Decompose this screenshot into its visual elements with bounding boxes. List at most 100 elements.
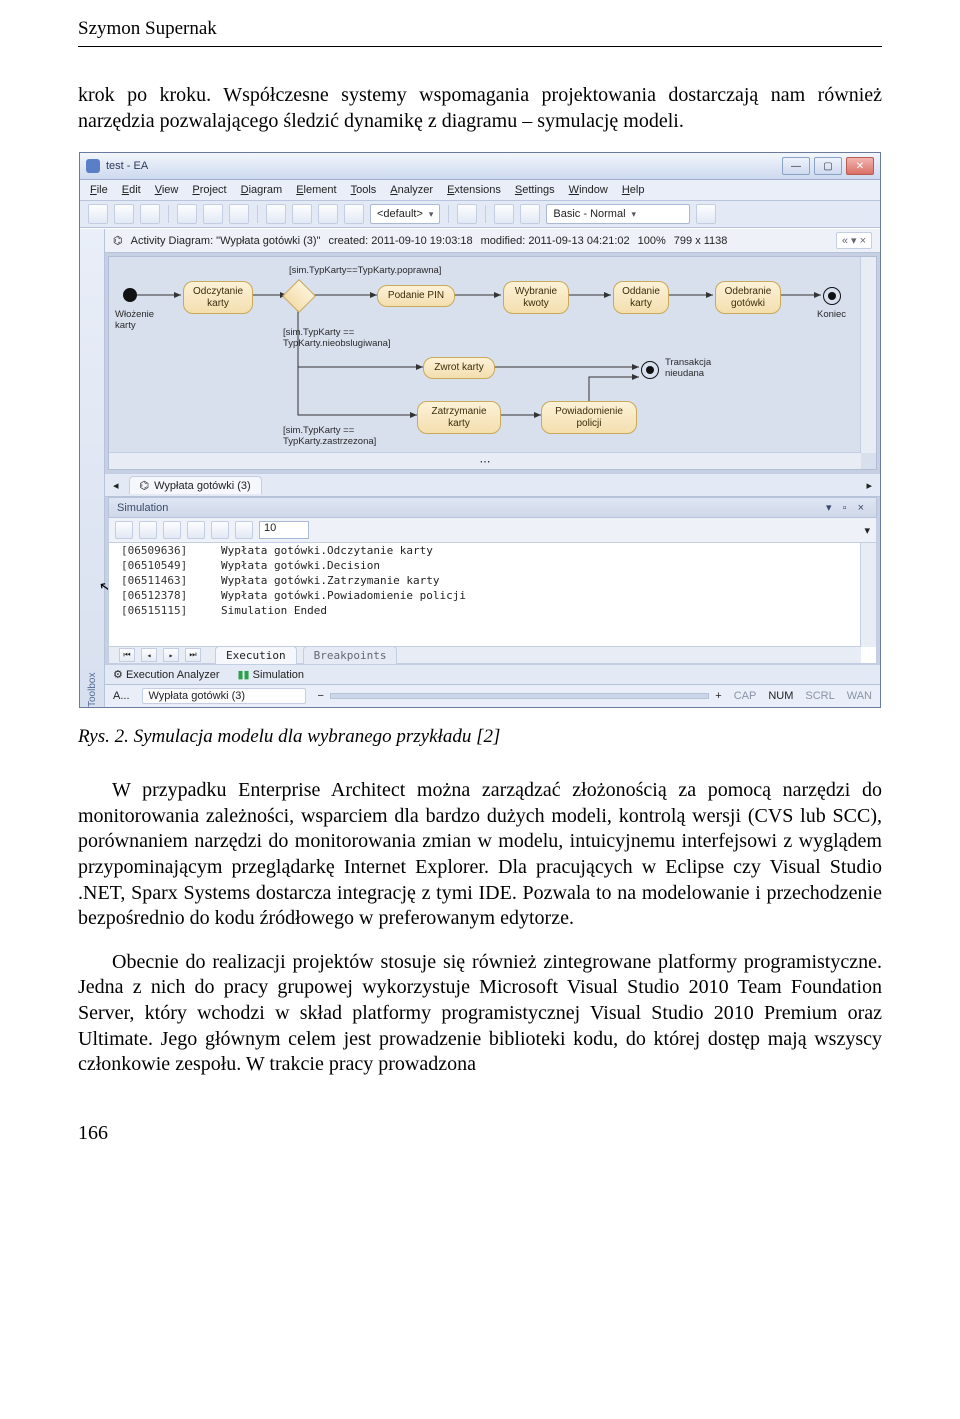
menu-edit[interactable]: Edit (122, 184, 141, 196)
chevron-down-icon: ▾ (632, 209, 637, 220)
doc-arrows[interactable]: « ▾ × (836, 232, 872, 249)
final-node-label: Koniec (817, 309, 846, 320)
menu-help[interactable]: Help (622, 184, 645, 196)
log-prev-icon[interactable]: ◂ (141, 648, 157, 662)
menu-analyzer[interactable]: Analyzer (390, 184, 433, 196)
window-title: test - EA (106, 160, 778, 172)
separator-icon (257, 205, 258, 223)
simulation-panel-header[interactable]: Simulation ▾ ▫ × (108, 497, 877, 518)
tool-find-icon[interactable] (318, 204, 338, 224)
initial-node-label: Włożenie karty (115, 309, 154, 331)
activity-podanie-pin[interactable]: Podanie PIN (377, 285, 455, 307)
tool-layout1-icon[interactable] (494, 204, 514, 224)
menu-window[interactable]: Window (569, 184, 608, 196)
status-num: NUM (768, 690, 793, 702)
tab-execution[interactable]: Execution (215, 646, 297, 664)
view-combo-value: Basic - Normal (553, 208, 625, 220)
flow-final-icon[interactable] (641, 361, 659, 379)
sim-dropdown-icon[interactable]: ▾ (864, 524, 870, 537)
menu-view[interactable]: View (155, 184, 179, 196)
log-hscroll[interactable]: ⏮ ◂ ▸ ⏭ Execution Breakpoints (109, 646, 861, 663)
menu-diagram[interactable]: Diagram (241, 184, 283, 196)
menu-settings[interactable]: Settings (515, 184, 555, 196)
activity-powiadomienie-policji[interactable]: Powiadomienie policji (541, 401, 637, 434)
tool-more-icon[interactable] (696, 204, 716, 224)
tab-simulation[interactable]: ▮▮ Simulation (238, 668, 305, 681)
menubar: File Edit View Project Diagram Element T… (80, 180, 880, 201)
activity-odebranie-gotowki[interactable]: Odebranie gotówki (715, 281, 781, 314)
menu-project[interactable]: Project (192, 184, 226, 196)
sim-pause-icon[interactable] (139, 521, 157, 539)
status-doc: Wypłata gotówki (3) (142, 688, 306, 704)
activity-oddanie-karty[interactable]: Oddanie karty (613, 281, 669, 314)
sim-speed-input[interactable]: 10 (259, 521, 309, 539)
final-node-icon[interactable] (823, 287, 841, 305)
tool-search-icon[interactable] (344, 204, 364, 224)
app-window: test - EA — ▢ ✕ File Edit View Project D… (79, 152, 881, 708)
log-last-icon[interactable]: ⏭ (185, 648, 201, 662)
menu-tools[interactable]: Tools (351, 184, 377, 196)
diagram-vscroll[interactable] (860, 257, 876, 453)
guard-top: [sim.TypKarty==TypKarty.poprawna] (289, 265, 441, 276)
diagram-hscroll[interactable]: ⋯ (109, 452, 861, 469)
sim-stepin-icon[interactable] (187, 521, 205, 539)
titlebar: test - EA — ▢ ✕ (80, 153, 880, 180)
log-next-icon[interactable]: ▸ (163, 648, 179, 662)
tool-zoom-icon[interactable] (266, 204, 286, 224)
view-combo[interactable]: Basic - Normal ▾ (546, 204, 690, 224)
tool-new-icon[interactable] (88, 204, 108, 224)
menu-file[interactable]: File (90, 184, 108, 196)
tab-nav-prev-icon[interactable]: ◂ (113, 479, 119, 492)
decision-node-icon[interactable] (282, 279, 316, 313)
sim-play-icon[interactable] (115, 521, 133, 539)
tool-open-icon[interactable] (114, 204, 134, 224)
menu-extensions[interactable]: Extensions (447, 184, 501, 196)
sim-stepout-icon[interactable] (211, 521, 229, 539)
tab-execution-analyzer[interactable]: ⚙ Execution Analyzer (113, 668, 220, 681)
toolbox-panel[interactable]: Toolbox (80, 229, 105, 707)
initial-node-icon[interactable] (123, 288, 137, 302)
tool-print-icon[interactable] (292, 204, 312, 224)
zoom-plus-icon[interactable]: + (715, 690, 721, 702)
panel-buttons[interactable]: ▾ ▫ × (826, 501, 868, 514)
sim-stop-icon[interactable] (235, 521, 253, 539)
analyzer-icon: ⚙ (113, 669, 123, 681)
tab-nav-next-icon[interactable]: ▸ (866, 479, 872, 492)
tool-help-icon[interactable] (457, 204, 477, 224)
diagram-canvas[interactable]: Włożenie karty Odczytanie karty [sim.Typ… (108, 256, 877, 470)
activity-zwrot-karty[interactable]: Zwrot karty (423, 357, 495, 379)
doc-modified: modified: 2011-09-13 04:21:02 (481, 235, 630, 247)
activity-zatrzymanie-karty[interactable]: Zatrzymanie karty (417, 401, 501, 434)
toolbox-label: Toolbox (87, 233, 98, 707)
log-message: Wypłata gotówki.Odczytanie karty (221, 544, 433, 557)
maximize-button[interactable]: ▢ (814, 157, 842, 175)
tab-diagram[interactable]: ⌬ Wypłata gotówki (3) (129, 476, 262, 494)
log-first-icon[interactable]: ⏮ (119, 648, 135, 662)
zoom-track[interactable] (330, 693, 709, 699)
zoom-minus-icon[interactable]: − (318, 690, 324, 702)
tool-layout2-icon[interactable] (520, 204, 540, 224)
tab-breakpoints[interactable]: Breakpoints (303, 646, 398, 664)
close-button[interactable]: ✕ (846, 157, 874, 175)
activity-wybranie-kwoty[interactable]: Wybranie kwoty (503, 281, 569, 314)
log-row: [06511463] Wypłata gotówki.Zatrzymanie k… (109, 573, 876, 588)
figure-caption: Rys. 2. Symulacja modelu dla wybranego p… (78, 726, 882, 748)
tool-paste-icon[interactable] (229, 204, 249, 224)
flow-final-label: Transakcja nieudana (665, 357, 711, 379)
separator-icon (485, 205, 486, 223)
doc-title: Activity Diagram: "Wypłata gotówki (3)" (131, 235, 321, 247)
tool-save-icon[interactable] (140, 204, 160, 224)
log-row: [06509636] Wypłata gotówki.Odczytanie ka… (109, 543, 876, 558)
tool-copy-icon[interactable] (203, 204, 223, 224)
document-header: ⌬ Activity Diagram: "Wypłata gotówki (3)… (105, 229, 880, 253)
menu-element[interactable]: Element (296, 184, 336, 196)
sim-stepover-icon[interactable] (163, 521, 181, 539)
activity-odczytanie[interactable]: Odczytanie karty (183, 281, 253, 314)
minimize-button[interactable]: — (782, 157, 810, 175)
status-wan: WAN (847, 690, 872, 702)
log-timestamp: [06512378] (121, 589, 201, 602)
log-message: Wypłata gotówki.Zatrzymanie karty (221, 574, 440, 587)
workspace-combo[interactable]: <default> ▾ (370, 204, 440, 224)
tool-cut-icon[interactable] (177, 204, 197, 224)
log-vscroll[interactable] (860, 543, 876, 647)
